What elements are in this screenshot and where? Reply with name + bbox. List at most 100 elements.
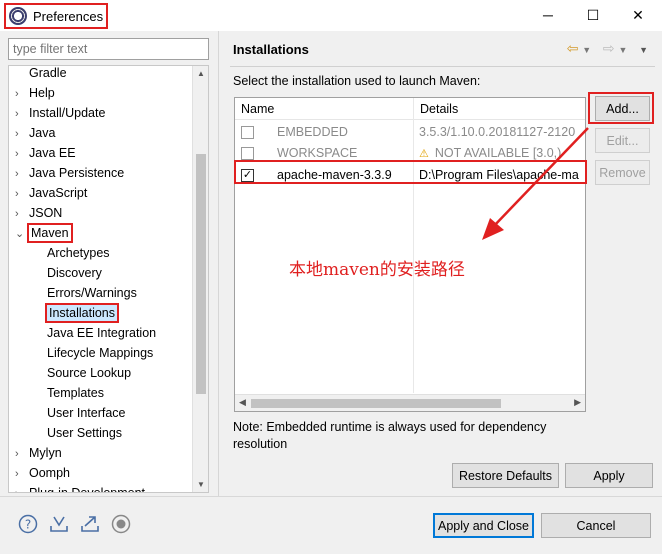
scroll-thumb[interactable] [251, 399, 501, 408]
tree-item-label: Java EE Integration [47, 326, 157, 340]
tree-item-label: User Interface [47, 406, 126, 420]
back-menu-chevron-icon[interactable]: ▼ [582, 45, 591, 55]
tree-item-user-interface[interactable]: User Interface [45, 403, 128, 423]
apply-button[interactable]: Apply [565, 463, 653, 488]
preferences-navigation: ▲ ▼ Gradle›Help›Install/Update›Java›Java… [0, 31, 215, 496]
header-separator [230, 66, 655, 67]
forward-icon[interactable]: ⇨ [603, 40, 615, 56]
history-navigation: ⇦ ▼ ⇨ ▼ ▼ [567, 40, 648, 57]
tree-item-installations[interactable]: Installations [45, 303, 120, 323]
tree-item-oomph[interactable]: › Oomph [15, 463, 72, 483]
back-icon[interactable]: ⇦ [567, 40, 579, 56]
tree-item-label: Discovery [47, 266, 102, 280]
tree-item-label: Java EE [29, 146, 76, 160]
preferences-tree: ▲ ▼ Gradle › Help › Install/Update › Java › Java… [8, 65, 209, 493]
annotation-arrow [482, 127, 589, 240]
scroll-thumb[interactable] [196, 154, 206, 394]
row-checkbox[interactable]: ✓ [241, 169, 254, 182]
title-highlight: Preferences [4, 3, 108, 29]
installation-name: WORKSPACE [277, 146, 358, 160]
bottom-separator [0, 496, 662, 497]
chevron-right-icon[interactable]: › [15, 204, 27, 224]
tree-item-label: Templates [47, 386, 104, 400]
minimize-button[interactable]: ─ [533, 4, 563, 26]
warning-icon: ⚠ [419, 148, 429, 160]
row-checkbox[interactable] [241, 147, 254, 160]
chevron-right-icon[interactable]: › [15, 164, 27, 184]
tree-item-java[interactable]: › Java [15, 123, 57, 143]
chevron-down-icon[interactable]: ⌄ [15, 224, 27, 244]
scroll-up-icon[interactable]: ▲ [197, 69, 205, 78]
tree-item-label: Errors/Warnings [47, 286, 137, 300]
table-horizontal-scrollbar[interactable]: ◀ ▶ [235, 394, 585, 411]
svg-text:?: ? [25, 518, 31, 532]
chevron-right-icon[interactable]: › [15, 484, 27, 492]
page-description: Select the installation used to launch M… [233, 74, 481, 88]
scroll-left-icon[interactable]: ◀ [239, 397, 246, 408]
annotation-text: 本地maven的安装路径 [289, 260, 465, 280]
tree-item-lifecycle-mappings[interactable]: Lifecycle Mappings [45, 343, 155, 363]
scroll-down-icon[interactable]: ▼ [197, 480, 205, 489]
page-title: Installations [233, 42, 309, 57]
installation-name: EMBEDDED [277, 125, 348, 139]
tree-item-label: Plug-in Development [29, 486, 146, 493]
tree-item-help[interactable]: › Help [15, 83, 57, 103]
chevron-right-icon[interactable]: › [15, 124, 27, 144]
tree-item-label: Installations [45, 303, 120, 323]
tree-item-label: Oomph [29, 466, 70, 480]
maximize-button[interactable]: ☐ [578, 4, 608, 26]
tree-item-java-ee[interactable]: › Java EE [15, 143, 78, 163]
tree-item-label: Source Lookup [47, 366, 132, 380]
tree-scrollbar[interactable]: ▲ ▼ [192, 66, 208, 492]
title-bar: Preferences ─ ☐ ✕ [0, 0, 662, 31]
pane-divider[interactable] [218, 31, 219, 496]
column-header-details[interactable]: Details [414, 98, 585, 120]
restore-defaults-button[interactable]: Restore Defaults [452, 463, 559, 488]
tree-item-templates[interactable]: Templates [45, 383, 106, 403]
cancel-button[interactable]: Cancel [541, 513, 651, 538]
tree-item-java-ee-integration[interactable]: Java EE Integration [45, 323, 158, 343]
embedded-runtime-note: Note: Embedded runtime is always used fo… [233, 420, 547, 451]
edit-button[interactable]: Edit... [595, 128, 650, 153]
apply-and-close-button[interactable]: Apply and Close [433, 513, 534, 538]
tree-item-archetypes[interactable]: Archetypes [45, 243, 112, 263]
chevron-right-icon[interactable]: › [15, 184, 27, 204]
tree-item-label: User Settings [47, 426, 123, 440]
tree-item-gradle[interactable]: Gradle [15, 66, 69, 83]
help-icon[interactable]: ? [18, 514, 38, 534]
chevron-right-icon[interactable]: › [15, 444, 27, 464]
remove-button[interactable]: Remove [595, 160, 650, 185]
chevron-right-icon[interactable]: › [15, 104, 27, 124]
tree-item-json[interactable]: › JSON [15, 203, 64, 223]
tree-item-install-update[interactable]: › Install/Update [15, 103, 107, 123]
tree-item-source-lookup[interactable]: Source Lookup [45, 363, 133, 383]
record-icon[interactable] [111, 514, 131, 534]
tree-item-mylyn[interactable]: › Mylyn [15, 443, 64, 463]
chevron-right-icon[interactable]: › [15, 84, 27, 104]
tree-item-errors-warnings[interactable]: Errors/Warnings [45, 283, 139, 303]
chevron-right-icon[interactable]: › [15, 464, 27, 484]
tree-item-label: Maven [27, 223, 73, 243]
close-button[interactable]: ✕ [623, 4, 653, 26]
row-checkbox[interactable] [241, 126, 254, 139]
view-menu-chevron-icon[interactable]: ▼ [639, 45, 648, 55]
filter-input[interactable] [8, 38, 209, 60]
chevron-right-icon[interactable]: › [15, 144, 27, 164]
tree-item-label: JavaScript [29, 186, 88, 200]
tree-item-javascript[interactable]: › JavaScript [15, 183, 89, 203]
tree-item-label: Mylyn [29, 446, 62, 460]
tree-item-maven[interactable]: ⌄ Maven [15, 223, 73, 243]
export-icon[interactable] [79, 514, 99, 534]
import-icon[interactable] [48, 514, 68, 534]
tree-item-label: Install/Update [29, 106, 106, 120]
tree-item-user-settings[interactable]: User Settings [45, 423, 124, 443]
tree-item-label: Java Persistence [29, 166, 125, 180]
forward-menu-chevron-icon[interactable]: ▼ [618, 45, 627, 55]
tree-item-plug-in-development[interactable]: ›Plug-in Development [15, 483, 147, 493]
scroll-right-icon[interactable]: ▶ [574, 397, 581, 408]
column-header-name[interactable]: Name [235, 98, 414, 120]
tree-item-label: Java [29, 126, 56, 140]
tree-item-java-persistence[interactable]: › Java Persistence [15, 163, 126, 183]
tree-item-discovery[interactable]: Discovery [45, 263, 104, 283]
tree-item-label: Help [29, 86, 55, 100]
